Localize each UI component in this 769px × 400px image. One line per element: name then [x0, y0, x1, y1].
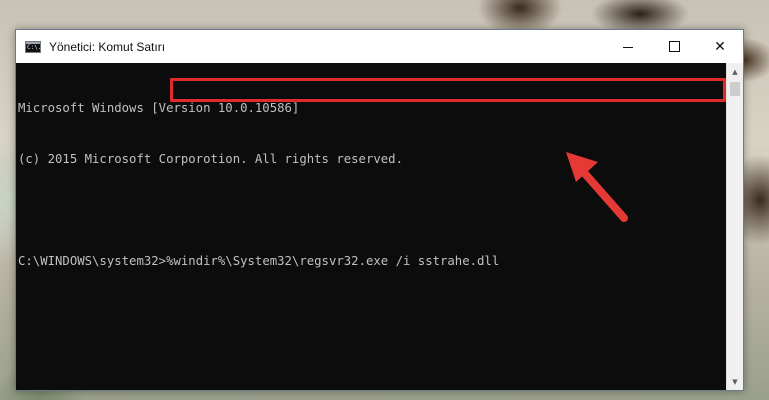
close-button[interactable]: ✕	[697, 30, 743, 63]
maximize-icon	[668, 41, 680, 52]
minimize-button[interactable]	[605, 30, 651, 63]
scroll-up-arrow-icon[interactable]: ▲	[727, 63, 743, 80]
title-bar[interactable]: C:\. Yönetici: Komut Satırı ✕	[16, 30, 743, 63]
command-text[interactable]: %windir%\System32\regsvr32.exe /i sstrah…	[166, 253, 499, 270]
cmd-app-icon[interactable]: C:\.	[25, 40, 41, 53]
command-line[interactable]: C:\WINDOWS\system32> %windir%\System32\re…	[18, 253, 726, 270]
window-title: Yönetici: Komut Satırı	[49, 39, 166, 54]
vertical-scrollbar[interactable]: ▲ ▼	[726, 63, 743, 390]
maximize-button[interactable]	[651, 30, 697, 63]
console-line-version: Microsoft Windows [Version 10.0.10586]	[18, 101, 300, 115]
close-icon: ✕	[714, 38, 726, 55]
prompt-path: C:\WINDOWS\system32>	[18, 254, 167, 268]
command-highlight-box	[170, 78, 726, 102]
red-pointer-arrow-icon	[566, 152, 628, 222]
scroll-down-arrow-icon[interactable]: ▼	[727, 373, 743, 390]
window-controls: ✕	[605, 30, 743, 63]
scrollbar-thumb[interactable]	[730, 82, 740, 96]
minimize-icon	[623, 47, 633, 48]
